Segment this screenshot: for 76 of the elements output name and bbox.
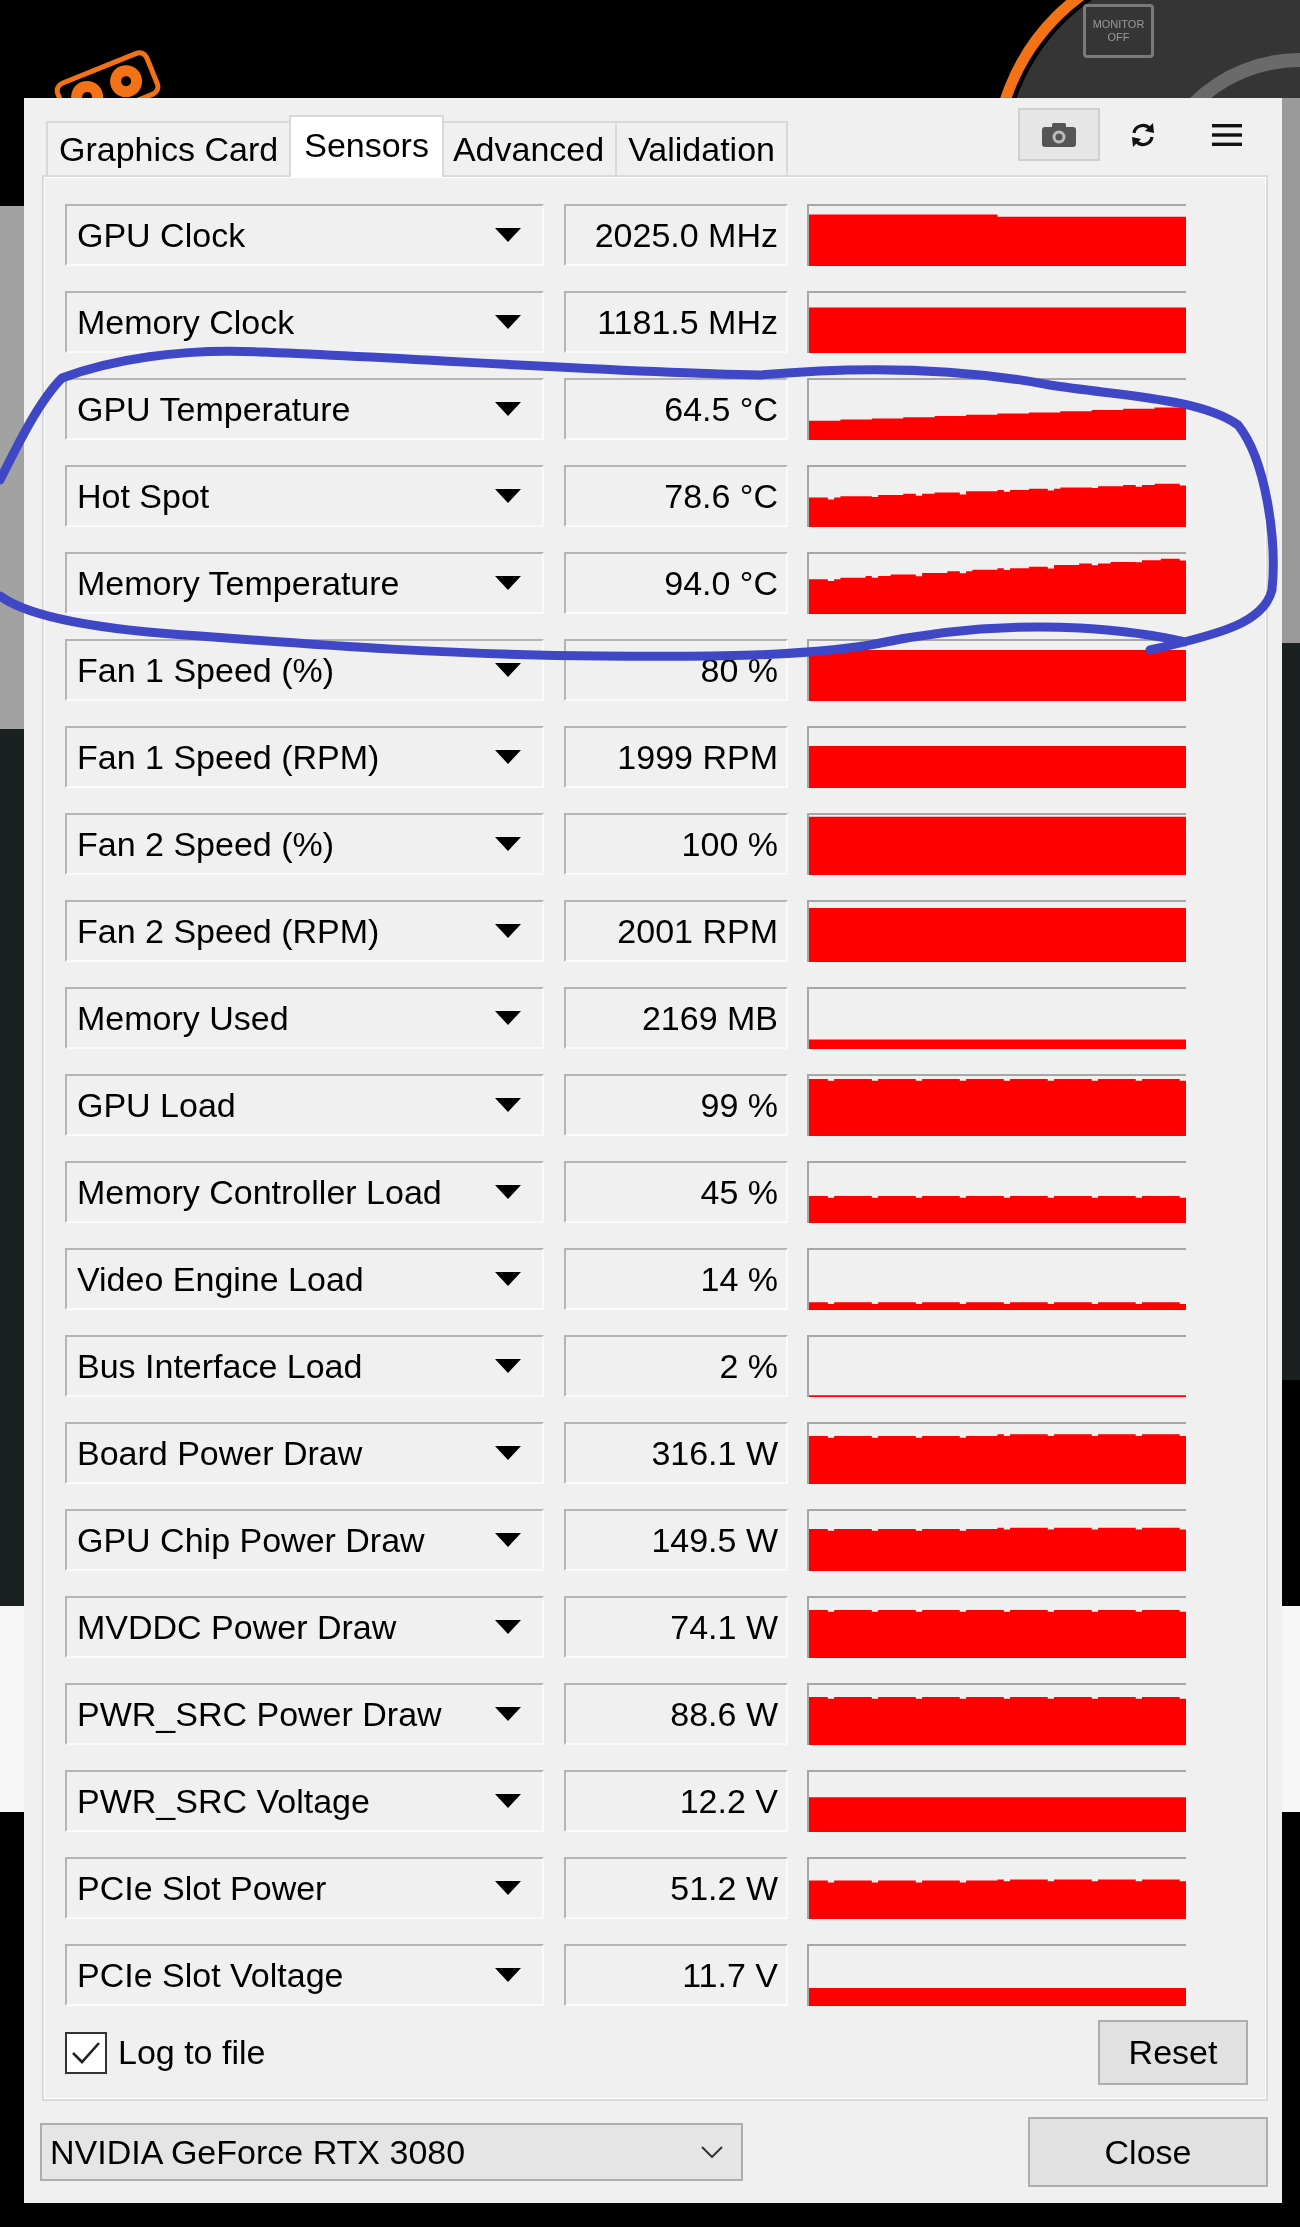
caret-icon (495, 1620, 521, 1634)
caret-icon (495, 1533, 521, 1547)
sensor-reading: 94.0 °C (564, 552, 788, 614)
sensor-dropdown[interactable]: Fan 2 Speed (%) (65, 813, 544, 875)
sensor-dropdown[interactable]: Fan 1 Speed (RPM) (65, 726, 544, 788)
sensor-reading: 78.6 °C (564, 465, 788, 527)
sensor-dropdown[interactable]: Bus Interface Load (65, 1335, 544, 1397)
sensor-dropdown[interactable]: PWR_SRC Power Draw (65, 1683, 544, 1745)
caret-icon (495, 1446, 521, 1460)
sensor-reading: 2001 RPM (564, 900, 788, 962)
caret-icon (495, 1794, 521, 1808)
sensor-dropdown[interactable]: PWR_SRC Voltage (65, 1770, 544, 1832)
log-to-file-checkbox[interactable] (65, 2031, 107, 2074)
sensor-reading: 1181.5 MHz (564, 291, 788, 353)
caret-icon (495, 924, 521, 938)
sensor-reading: 88.6 W (564, 1683, 788, 1745)
sensor-reading: 149.5 W (564, 1509, 788, 1571)
sensor-reading: 74.1 W (564, 1596, 788, 1658)
sensor-dropdown[interactable]: Memory Temperature (65, 552, 544, 614)
sensor-dropdown[interactable]: GPU Clock (65, 204, 544, 266)
sensor-reading: 2 % (564, 1335, 788, 1397)
caret-icon (495, 1881, 521, 1895)
camera-icon (1042, 122, 1076, 147)
sensor-reading: 51.2 W (564, 1857, 788, 1919)
sensor-reading: 11.7 V (564, 1944, 788, 2006)
menu-icon[interactable] (1212, 122, 1242, 147)
caret-icon (495, 1968, 521, 1982)
sensor-reading: 45 % (564, 1161, 788, 1223)
sensor-dropdown[interactable]: Fan 2 Speed (RPM) (65, 900, 544, 962)
caret-icon (495, 1272, 521, 1286)
sensor-dropdown[interactable]: PCIe Slot Power (65, 1857, 544, 1919)
sensor-dropdown[interactable]: GPU Load (65, 1074, 544, 1136)
caret-icon (495, 576, 521, 590)
caret-icon (495, 402, 521, 416)
caret-icon (495, 1707, 521, 1721)
sensor-dropdown[interactable]: GPU Chip Power Draw (65, 1509, 544, 1571)
caret-icon (495, 1185, 521, 1199)
tab[interactable]: Graphics Card (46, 121, 292, 175)
sensor-dropdown[interactable]: Memory Used (65, 987, 544, 1049)
screenshot-button[interactable] (1018, 108, 1100, 161)
sensor-reading: 2025.0 MHz (564, 204, 788, 266)
checkmark-icon (71, 2040, 101, 2065)
checkbox-label[interactable]: Log to file (118, 2033, 266, 2072)
sensor-reading: 99 % (564, 1074, 788, 1136)
sensor-dropdown[interactable]: PCIe Slot Voltage (65, 1944, 544, 2006)
sensor-dropdown[interactable]: Memory Controller Load (65, 1161, 544, 1223)
tab[interactable]: Sensors (289, 115, 444, 177)
caret-icon (495, 663, 521, 677)
tab[interactable]: Validation (615, 121, 788, 175)
caret-icon (495, 1011, 521, 1025)
sensor-dropdown[interactable]: Board Power Draw (65, 1422, 544, 1484)
sensor-dropdown[interactable]: Fan 1 Speed (%) (65, 639, 544, 701)
sensor-reading: 316.1 W (564, 1422, 788, 1484)
caret-icon (495, 837, 521, 851)
sensor-dropdown[interactable]: Memory Clock (65, 291, 544, 353)
sensor-reading: 2169 MB (564, 987, 788, 1049)
caret-icon (495, 750, 521, 764)
close-button[interactable]: Close (1028, 2117, 1268, 2187)
sensor-dropdown[interactable]: MVDDC Power Draw (65, 1596, 544, 1658)
sensor-reading: 12.2 V (564, 1770, 788, 1832)
sensor-reading: 1999 RPM (564, 726, 788, 788)
sensor-dropdown[interactable]: Video Engine Load (65, 1248, 544, 1310)
caret-icon (495, 489, 521, 503)
caret-icon (495, 228, 521, 242)
sensor-dropdown[interactable]: GPU Temperature (65, 378, 544, 440)
sensor-reading: 100 % (564, 813, 788, 875)
sensor-reading: 14 % (564, 1248, 788, 1310)
reset-button[interactable]: Reset (1098, 2020, 1248, 2085)
sensor-dropdown[interactable]: Hot Spot (65, 465, 544, 527)
gpu-select[interactable]: NVIDIA GeForce RTX 3080 (40, 2123, 743, 2181)
monitor-off-label: MONITOR OFF (1083, 4, 1154, 58)
caret-icon (495, 1098, 521, 1112)
caret-icon (495, 315, 521, 329)
caret-icon (495, 1359, 521, 1373)
chevron-down-icon (701, 2146, 723, 2158)
sensor-reading: 64.5 °C (564, 378, 788, 440)
